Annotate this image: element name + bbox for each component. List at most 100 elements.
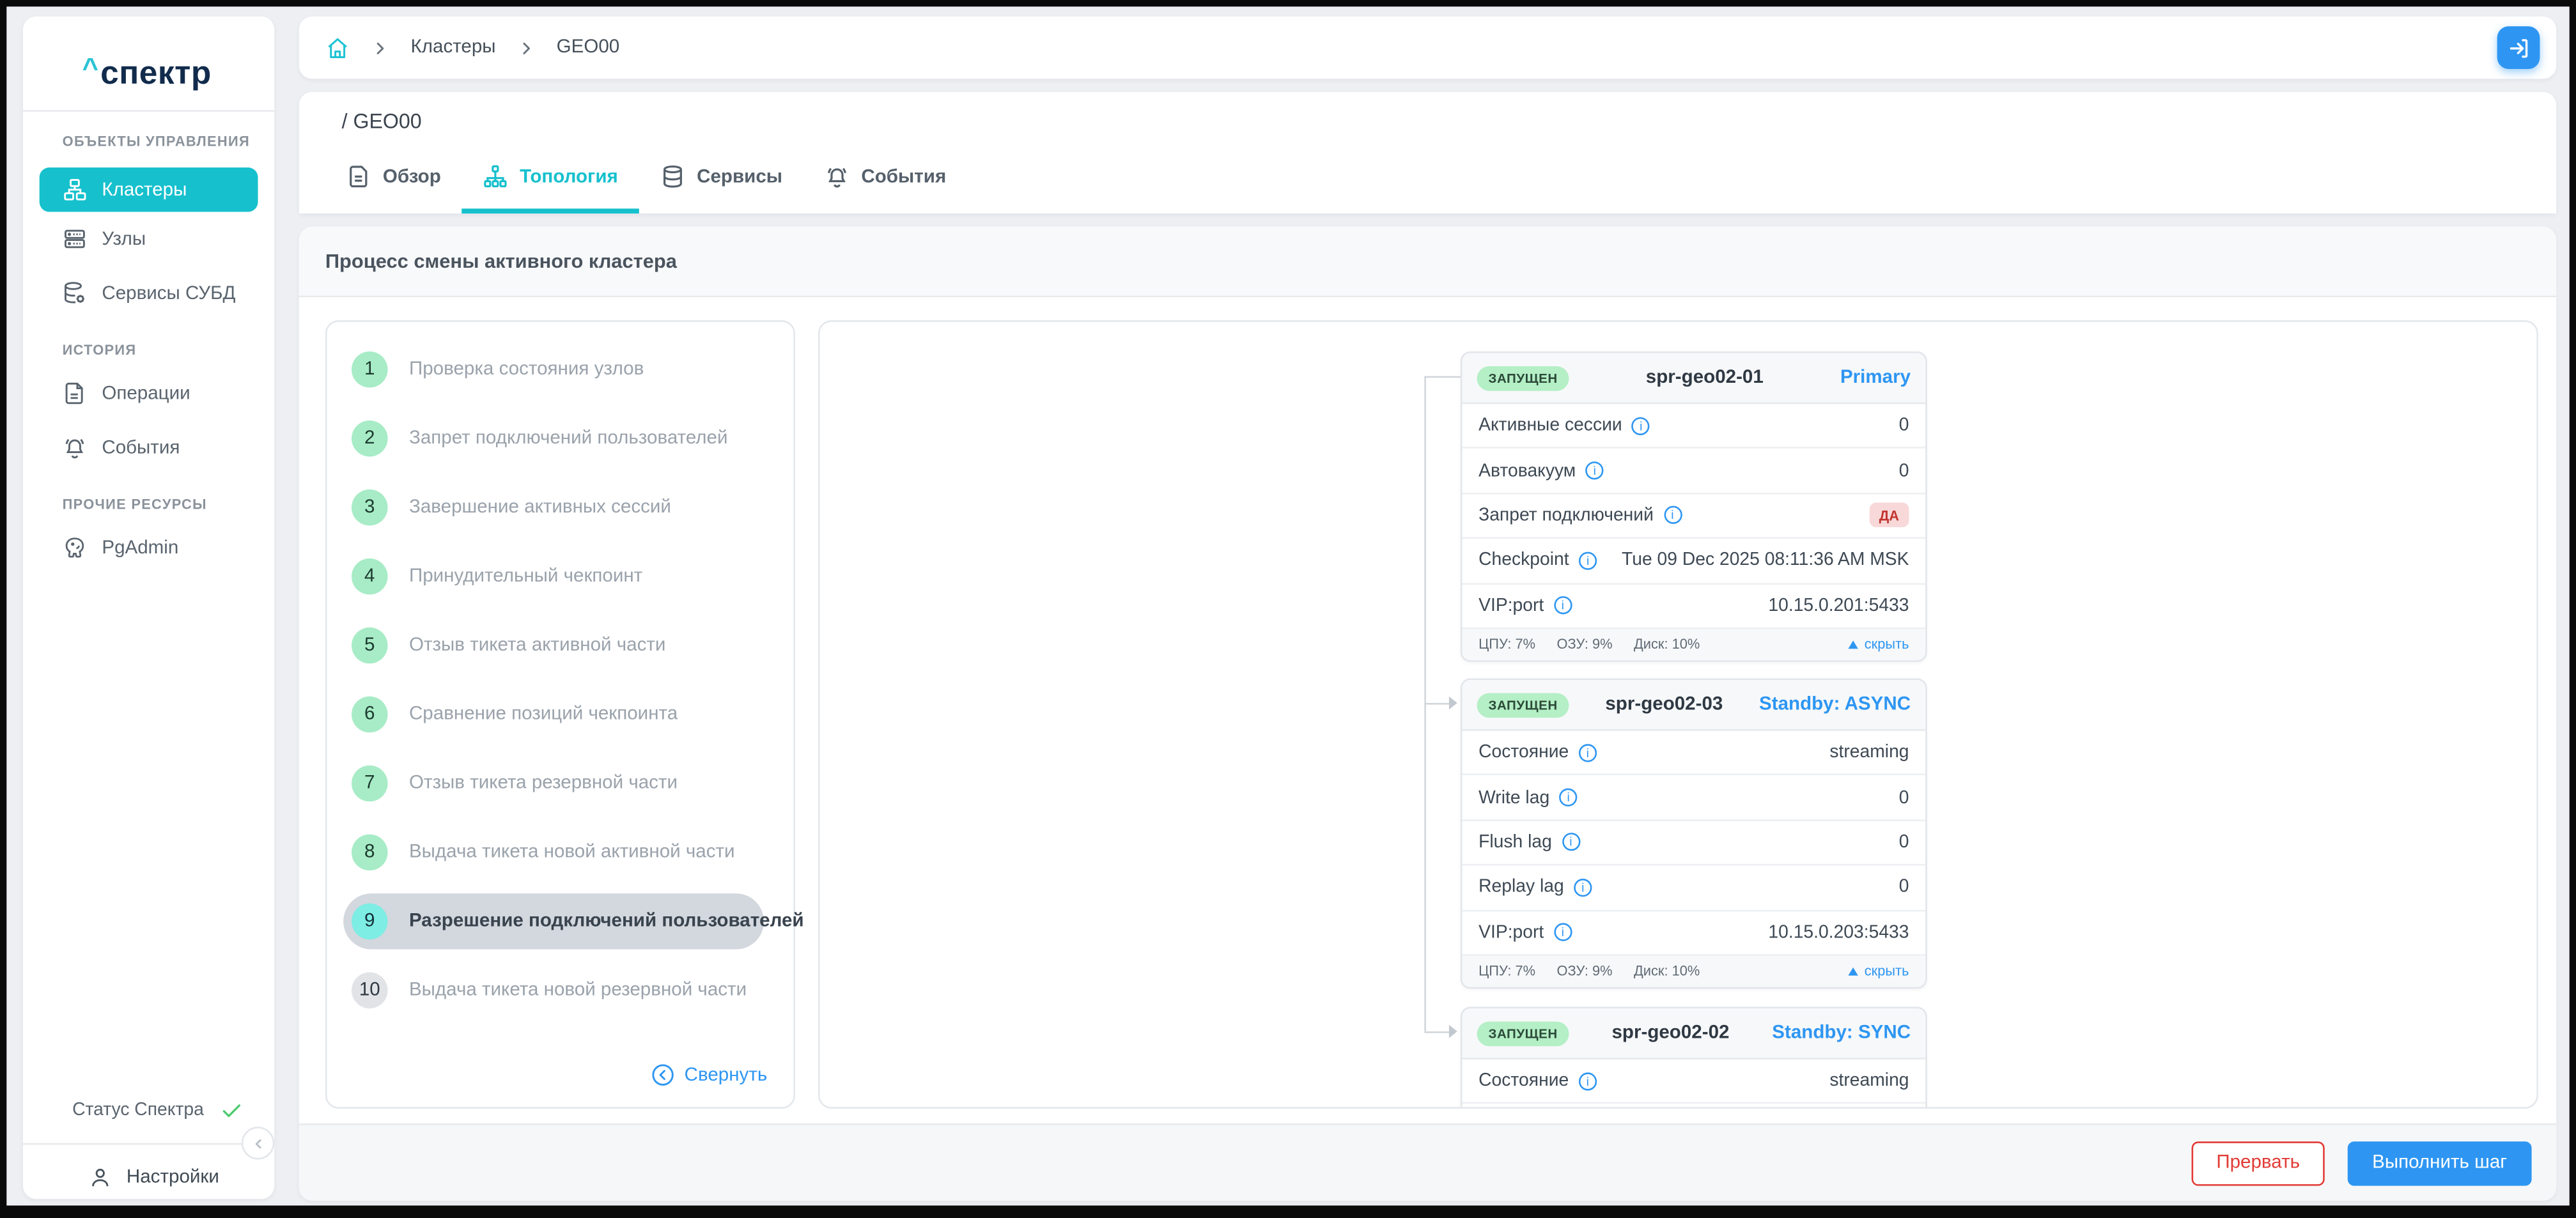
- info-icon[interactable]: i: [1554, 597, 1572, 615]
- node-role-link[interactable]: Primary: [1840, 368, 1911, 388]
- step-item-10[interactable]: 10Выдача тикета новой резервной части: [327, 956, 793, 1025]
- sidebar-section-objects: ОБЪЕКТЫ УПРАВЛЕНИЯ: [63, 133, 250, 150]
- row-label: Автовакуум: [1478, 461, 1576, 481]
- triangle-up-icon: [1848, 967, 1858, 976]
- cluster-header-card: / GEO00 Обзор Топология Сервисы События: [299, 92, 2556, 213]
- step-label: Сравнение позиций чекпоинта: [409, 705, 678, 725]
- process-card: Процесс смены активного кластера 1Провер…: [299, 227, 2556, 1201]
- sidebar-item-operations[interactable]: Операции: [63, 381, 190, 406]
- logo-text: спектр: [100, 56, 212, 92]
- cluster-icon: [63, 178, 88, 203]
- step-item-4[interactable]: 4Принудительный чекпоинт: [327, 542, 793, 611]
- step-item-6[interactable]: 6Сравнение позиций чекпоинта: [327, 680, 793, 749]
- sidebar-item-label: Кластеры: [102, 180, 187, 199]
- step-item-2[interactable]: 2Запрет подключений пользователей: [327, 404, 793, 473]
- node-row: Автовакуумi0: [1462, 449, 1925, 494]
- info-icon[interactable]: i: [1579, 551, 1597, 569]
- node-name: spr-geo02-02: [1569, 1023, 1773, 1043]
- sidebar-item-settings[interactable]: Настройки: [89, 1166, 219, 1189]
- node-role-link[interactable]: Standby: SYNC: [1772, 1023, 1911, 1043]
- step-item-5[interactable]: 5 Отзыв тикета активной части: [327, 611, 793, 680]
- step-item-7[interactable]: 7Отзыв тикета резервной части: [327, 749, 793, 818]
- node-row: Flush lagi0: [1462, 821, 1925, 866]
- info-icon[interactable]: i: [1554, 923, 1572, 941]
- hide-label: скрыть: [1865, 963, 1909, 980]
- info-icon[interactable]: i: [1663, 507, 1681, 525]
- sidebar-section-other: ПРОЧИЕ РЕСУРСЫ: [63, 496, 207, 513]
- step-label: Проверка состояния узлов: [409, 360, 644, 380]
- node-card-header: ЗАПУЩЕН spr-geo02-02 Standby: SYNC: [1462, 1008, 1925, 1060]
- sidebar-item-db-services[interactable]: Сервисы СУБД: [63, 281, 236, 305]
- logout-button[interactable]: [2497, 26, 2540, 69]
- sidebar-item-nodes[interactable]: Узлы: [63, 227, 146, 252]
- document-icon: [346, 164, 371, 189]
- breadcrumb-clusters[interactable]: Кластеры: [411, 38, 496, 58]
- step-number: 4: [352, 559, 388, 595]
- node-row: Write lagi0: [1462, 776, 1925, 821]
- node-row: Состояние i streaming: [1462, 1060, 1925, 1104]
- info-icon[interactable]: i: [1632, 417, 1650, 435]
- row-value: 10.15.0.201:5433: [1768, 596, 1909, 615]
- step-item-9-active[interactable]: 9Разрешение подключений пользователей: [327, 887, 793, 956]
- home-icon: [325, 35, 350, 60]
- sidebar-item-clusters[interactable]: Кластеры: [40, 167, 258, 212]
- execute-step-button[interactable]: Выполнить шаг: [2348, 1141, 2532, 1185]
- logo-divider: [23, 110, 274, 112]
- sidebar-item-label: Узлы: [102, 229, 146, 249]
- step-number: 5: [352, 628, 388, 664]
- operations-icon: [63, 381, 88, 406]
- node-role-link[interactable]: Standby: ASYNC: [1759, 695, 1911, 714]
- collapse-steps-link[interactable]: Свернуть: [650, 1063, 768, 1088]
- row-label: Checkpoint: [1478, 551, 1569, 571]
- step-label: Отзыв тикета активной части: [409, 636, 665, 656]
- sidebar: ^спектр ОБЪЕКТЫ УПРАВЛЕНИЯ Кластеры Узлы…: [23, 17, 274, 1199]
- step-item-8[interactable]: 8Выдача тикета новой активной части: [327, 818, 793, 887]
- step-item-1[interactable]: 1Проверка состояния узлов: [327, 335, 793, 404]
- info-icon[interactable]: i: [1579, 743, 1597, 761]
- cpu-stat: ЦПУ: 7%: [1478, 636, 1535, 653]
- row-label: Write lag: [1478, 788, 1549, 808]
- node-card-header: ЗАПУЩЕН spr-geo02-01 Primary: [1462, 353, 1925, 405]
- tab-services[interactable]: Сервисы: [639, 144, 803, 213]
- sidebar-item-pgadmin[interactable]: PgAdmin: [63, 536, 179, 560]
- sidebar-item-events[interactable]: События: [63, 435, 180, 460]
- status-badge: ЗАПУЩЕН: [1477, 366, 1569, 390]
- node-card-standby-sync: ЗАПУЩЕН spr-geo02-02 Standby: SYNC Состо…: [1461, 1007, 1927, 1109]
- row-value: 0: [1899, 416, 1909, 436]
- info-icon[interactable]: i: [1560, 789, 1578, 806]
- step-item-3[interactable]: 3Завершение активных сессий: [327, 473, 793, 542]
- hide-details-link[interactable]: скрыть: [1848, 963, 1909, 980]
- row-value: Tue 09 Dec 2025 08:11:36 AM MSK: [1622, 551, 1909, 571]
- clipped-row: [1462, 1104, 1925, 1109]
- row-value: streaming: [1829, 1071, 1909, 1091]
- info-icon[interactable]: i: [1574, 879, 1592, 897]
- status-badge: ЗАПУЩЕН: [1477, 692, 1569, 717]
- bell-icon: [825, 164, 850, 189]
- db-services-icon: [63, 281, 88, 305]
- sidebar-item-label: События: [102, 438, 180, 458]
- sidebar-collapse-button[interactable]: [242, 1127, 274, 1159]
- tab-overview[interactable]: Обзор: [325, 144, 462, 213]
- topology-connector-line: [1424, 703, 1449, 705]
- tab-label: Топология: [520, 167, 618, 187]
- breadcrumb: Кластеры GEO00: [325, 17, 619, 79]
- info-icon[interactable]: i: [1579, 1072, 1597, 1090]
- cpu-stat: ЦПУ: 7%: [1478, 963, 1535, 980]
- app-logo: ^спектр: [82, 52, 212, 93]
- home-breadcrumb-link[interactable]: [325, 35, 350, 60]
- status-check-icon: [221, 1099, 244, 1122]
- tab-events[interactable]: События: [803, 144, 967, 213]
- steps-list: 1Проверка состояния узлов 2Запрет подклю…: [327, 335, 793, 1024]
- tab-topology[interactable]: Топология: [462, 144, 639, 213]
- node-card-standby-async: ЗАПУЩЕН spr-geo02-03 Standby: ASYNC Сост…: [1461, 678, 1927, 989]
- row-label: Состояние: [1478, 1071, 1569, 1091]
- hide-details-link[interactable]: скрыть: [1848, 636, 1909, 653]
- step-number: 9: [352, 904, 388, 940]
- info-icon[interactable]: i: [1562, 833, 1579, 851]
- tab-label: Сервисы: [697, 167, 782, 187]
- abort-button[interactable]: Прервать: [2192, 1141, 2325, 1185]
- settings-label: Настройки: [127, 1168, 219, 1187]
- info-icon[interactable]: i: [1586, 461, 1604, 479]
- chevron-right-icon: [373, 40, 387, 55]
- node-name: spr-geo02-01: [1569, 368, 1840, 388]
